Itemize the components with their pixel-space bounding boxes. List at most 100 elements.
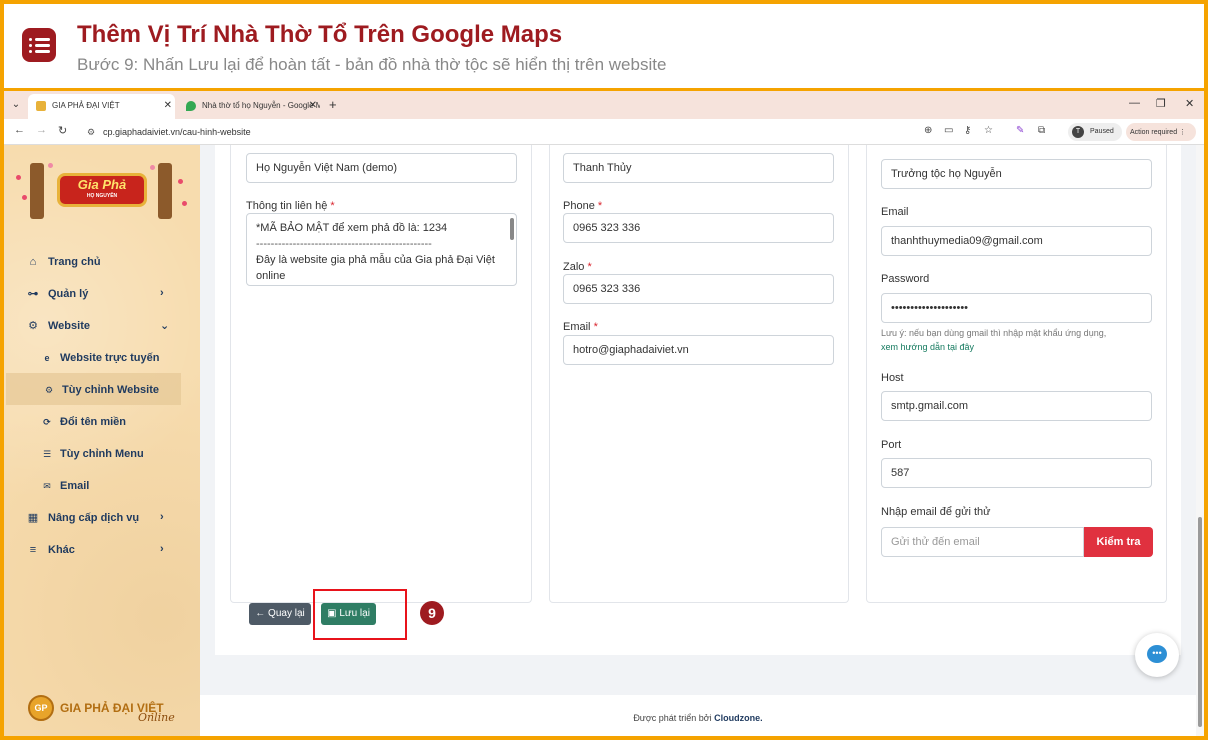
url-field[interactable]: ⚙ cp.giaphadaiviet.vn/cau-hinh-website — [81, 123, 941, 142]
forward-icon[interactable]: → — [36, 124, 47, 136]
sidebar-item-website[interactable]: ⚙ Website ⌄ — [4, 309, 200, 341]
footer-logo: GP GIA PHẢ ĐẠI VIỆT Online — [28, 693, 188, 724]
page-footer: Được phát triển bởi Cloudzone. — [200, 695, 1196, 736]
home-icon: ⌂ — [29, 256, 37, 268]
card-smtp: Trưởng tộc họ Nguyễn Email thanhthuymedi… — [866, 145, 1167, 603]
contact-info-label: Thông tin liên hệ * — [246, 200, 335, 212]
envelope-icon: ✉ — [43, 481, 51, 491]
page-scrollbar[interactable] — [1196, 145, 1204, 736]
sidebar-item-nang-cap[interactable]: ▦ Nâng cấp dịch vụ › — [4, 501, 200, 533]
sidebar-item-tuy-chinh-website[interactable]: ⚙ Tùy chỉnh Website — [6, 373, 181, 405]
smtp-email-input[interactable]: thanhthuymedia09@gmail.com — [881, 226, 1152, 256]
refresh-icon: ⟳ — [43, 417, 51, 427]
extensions-icon[interactable]: ⧉ — [1038, 125, 1045, 136]
close-icon[interactable]: ✕ — [309, 100, 317, 111]
tutorial-header: Thêm Vị Trí Nhà Thờ Tổ Trên Google Maps … — [4, 4, 1204, 90]
cast-icon[interactable]: ▭ — [944, 125, 953, 136]
sidebar-item-label: Quản lý — [48, 288, 89, 300]
gia-pha-logo[interactable]: Gia Phả HỌ NGUYỄN — [12, 155, 190, 223]
sidebar-item-label: Email — [60, 480, 90, 492]
tab-search-icon[interactable]: ⌄ — [8, 97, 24, 113]
port-label: Port — [881, 439, 902, 451]
sidebar-item-label: Tùy chỉnh Website — [62, 384, 159, 396]
chevron-right-icon: › — [160, 511, 164, 523]
close-icon[interactable]: ✕ — [164, 100, 172, 111]
phone-input[interactable]: 0965 323 336 — [563, 213, 834, 243]
list-icon — [22, 28, 56, 62]
scrollbar-thumb[interactable] — [1198, 517, 1202, 727]
sidebar-item-quan-ly[interactable]: ⊶ Quản lý › — [4, 277, 200, 309]
action-required-button[interactable]: Action required ⋮ — [1126, 123, 1196, 141]
gp-logo-mark: GP — [28, 695, 54, 721]
footer-text: Được phát triển bởi — [633, 713, 715, 723]
email-label: Email * — [563, 321, 598, 333]
tutorial-title: Thêm Vị Trí Nhà Thờ Tổ Trên Google Maps — [77, 21, 563, 48]
pen-extension-icon[interactable]: ✎ — [1016, 125, 1024, 136]
sidebar-item-website-truc-tuyen[interactable]: e Website trực tuyến — [4, 341, 200, 373]
reload-icon[interactable]: ↻ — [58, 124, 67, 137]
tab-google-maps[interactable]: Nhà thờ tổ họ Nguyễn - Google Maps ✕ — [178, 94, 320, 119]
footer-brand[interactable]: Cloudzone. — [714, 713, 763, 723]
leader-title-input[interactable]: Trưởng tộc họ Nguyễn — [881, 159, 1152, 189]
pillar-left — [30, 163, 44, 219]
card-general: Họ Nguyễn Việt Nam (demo) Thông tin liên… — [230, 145, 532, 603]
maximize-icon[interactable]: ❐ — [1156, 97, 1166, 110]
back-icon[interactable]: ← — [14, 124, 25, 136]
sidebar-item-label: Tùy chỉnh Menu — [60, 448, 144, 460]
sidebar-item-doi-ten-mien[interactable]: ⟳ Đổi tên miền — [4, 405, 200, 437]
contact-info-textarea[interactable]: *MÃ BẢO MẬT để xem phả đồ là: 1234 -----… — [246, 213, 517, 286]
sidebar-item-trang-chu[interactable]: ⌂ Trang chủ — [4, 245, 200, 277]
password-key-icon[interactable]: ⚷ — [964, 125, 971, 136]
footer-logo-script: Online — [138, 711, 175, 724]
tab-label: Nhà thờ tổ họ Nguyễn - Google Maps — [202, 101, 320, 110]
test-email-input[interactable]: Gửi thử đến email — [881, 527, 1084, 557]
contact-line: Đây là website gia phả mẫu của Gia phả Đ… — [256, 254, 495, 282]
smtp-email-label: Email — [881, 206, 909, 218]
bookmark-star-icon[interactable]: ☆ — [984, 125, 993, 136]
sidebar-item-khac[interactable]: ≡ Khác › — [4, 533, 200, 565]
save-highlight-box — [313, 589, 407, 640]
host-input[interactable]: smtp.gmail.com — [881, 391, 1152, 421]
chevron-right-icon: › — [160, 543, 164, 555]
sidebar-item-tuy-chinh-menu[interactable]: ☰ Tùy chỉnh Menu — [4, 437, 200, 469]
test-email-button[interactable]: Kiểm tra — [1084, 527, 1153, 557]
tab-label: GIA PHẢ ĐẠI VIỆT — [52, 101, 120, 110]
contact-email-input[interactable]: hotro@giaphadaiviet.vn — [563, 335, 834, 365]
avatar: T — [1072, 126, 1084, 138]
minimize-icon[interactable]: — — [1129, 97, 1140, 109]
guide-link[interactable]: xem hướng dẫn tại đây — [881, 342, 974, 352]
chevron-down-icon: ⌄ — [160, 320, 170, 332]
browser-address-bar: ← → ↻ ⚙ cp.giaphadaiviet.vn/cau-hinh-web… — [4, 119, 1204, 145]
tab-gia-pha[interactable]: GIA PHẢ ĐẠI VIỆT ✕ — [28, 94, 175, 119]
sidebar-item-label: Nâng cấp dịch vụ — [48, 512, 140, 524]
globe-icon: e — [44, 353, 50, 363]
zoom-icon[interactable]: ⊕ — [924, 125, 932, 136]
phone-label: Phone * — [563, 200, 603, 212]
logo-subtitle: HỌ NGUYỄN — [86, 193, 118, 199]
zalo-input[interactable]: 0965 323 336 — [563, 274, 834, 304]
chat-support-button[interactable]: ••• — [1135, 633, 1179, 677]
family-name-input[interactable]: Họ Nguyễn Việt Nam (demo) — [246, 153, 517, 183]
textarea-scrollbar[interactable] — [510, 218, 514, 240]
new-tab-button[interactable]: + — [329, 97, 337, 112]
test-email-label: Nhập email để gửi thử — [881, 506, 991, 518]
action-required-label: Action required — [1130, 129, 1178, 136]
host-label: Host — [881, 372, 904, 384]
sidebar-item-email[interactable]: ✉ Email — [4, 469, 200, 501]
gear-icon: ⚙ — [28, 320, 38, 332]
settings-panel: Họ Nguyễn Việt Nam (demo) Thông tin liên… — [215, 145, 1181, 677]
logo-title: Gia Phả — [77, 177, 127, 192]
list-icon: ☰ — [42, 449, 52, 459]
site-info-icon[interactable]: ⚙ — [87, 127, 95, 138]
profile-paused-button[interactable]: T Paused — [1068, 123, 1122, 141]
browser-tab-bar: ⌄ GIA PHẢ ĐẠI VIỆT ✕ Nhà thờ tổ họ Nguyễ… — [4, 91, 1204, 119]
password-input[interactable]: •••••••••••••••••••• — [881, 293, 1152, 323]
contact-line: ----------------------------------------… — [256, 238, 432, 250]
profile-status: Paused — [1090, 128, 1114, 135]
screenshot-frame: Thêm Vị Trí Nhà Thờ Tổ Trên Google Maps … — [4, 4, 1204, 736]
close-window-icon[interactable]: ✕ — [1185, 97, 1194, 110]
port-input[interactable]: 587 — [881, 458, 1152, 488]
contact-name-input[interactable]: Thanh Thủy — [563, 153, 834, 183]
password-label: Password — [881, 273, 930, 285]
back-button[interactable]: ← Quay lại — [249, 603, 311, 625]
